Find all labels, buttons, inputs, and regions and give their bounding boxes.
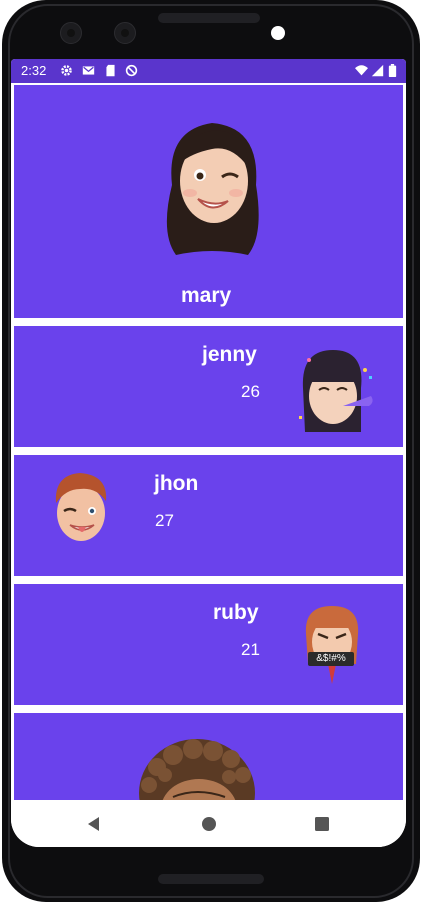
phone-frame: 2:32 mary jenny 26 jhon 27 ruby 21 &$!#%	[2, 0, 420, 902]
bottom-speaker	[158, 874, 264, 884]
memoji-man-winking-avatar	[55, 473, 107, 541]
memoji-woman-party-horn-avatar	[299, 350, 373, 432]
front-camera	[60, 22, 82, 44]
user-card-jenny[interactable]: jenny 26	[14, 326, 403, 447]
earpiece-speaker	[158, 13, 260, 23]
sync-disabled-icon	[125, 64, 138, 77]
user-name: mary	[181, 284, 232, 307]
gmail-icon	[82, 66, 95, 75]
proximity-sensor	[271, 26, 285, 40]
front-camera-secondary	[114, 22, 136, 44]
recents-square-icon	[315, 817, 329, 831]
back-triangle-icon	[88, 817, 99, 831]
censor-label: &$!#%	[308, 652, 354, 666]
user-name: jhon	[154, 472, 199, 495]
user-name: ruby	[213, 601, 259, 624]
home-button[interactable]	[196, 811, 222, 837]
user-card-partial[interactable]	[14, 713, 403, 803]
wifi-icon	[355, 65, 368, 76]
user-card-jhon[interactable]: jhon 27	[14, 455, 403, 576]
home-circle-icon	[202, 817, 216, 831]
back-button[interactable]	[81, 811, 107, 837]
memoji-curly-hair-avatar	[139, 739, 255, 803]
user-age: 26	[241, 382, 260, 401]
memoji-woman-angry-censored-avatar	[305, 606, 359, 684]
user-name: jenny	[202, 343, 257, 366]
gear-icon	[61, 65, 72, 76]
memoji-woman-winking-avatar	[166, 123, 259, 255]
app-screen: 2:32 mary jenny 26 jhon 27 ruby 21 &$!#%	[11, 59, 406, 847]
battery-icon	[388, 64, 397, 77]
sd-card-icon	[106, 64, 115, 77]
status-bar: 2:32	[11, 59, 406, 83]
cellular-signal-icon	[371, 64, 384, 77]
user-age: 27	[155, 511, 174, 530]
recents-button[interactable]	[309, 811, 335, 837]
status-time: 2:32	[21, 63, 47, 78]
user-card-mary[interactable]: mary	[14, 85, 403, 318]
user-card-ruby[interactable]: ruby 21 &$!#%	[14, 584, 403, 705]
user-list[interactable]: mary jenny 26 jhon 27 ruby 21 &$!#%	[11, 83, 406, 803]
user-age: 21	[241, 640, 260, 659]
system-nav-bar	[11, 800, 406, 847]
